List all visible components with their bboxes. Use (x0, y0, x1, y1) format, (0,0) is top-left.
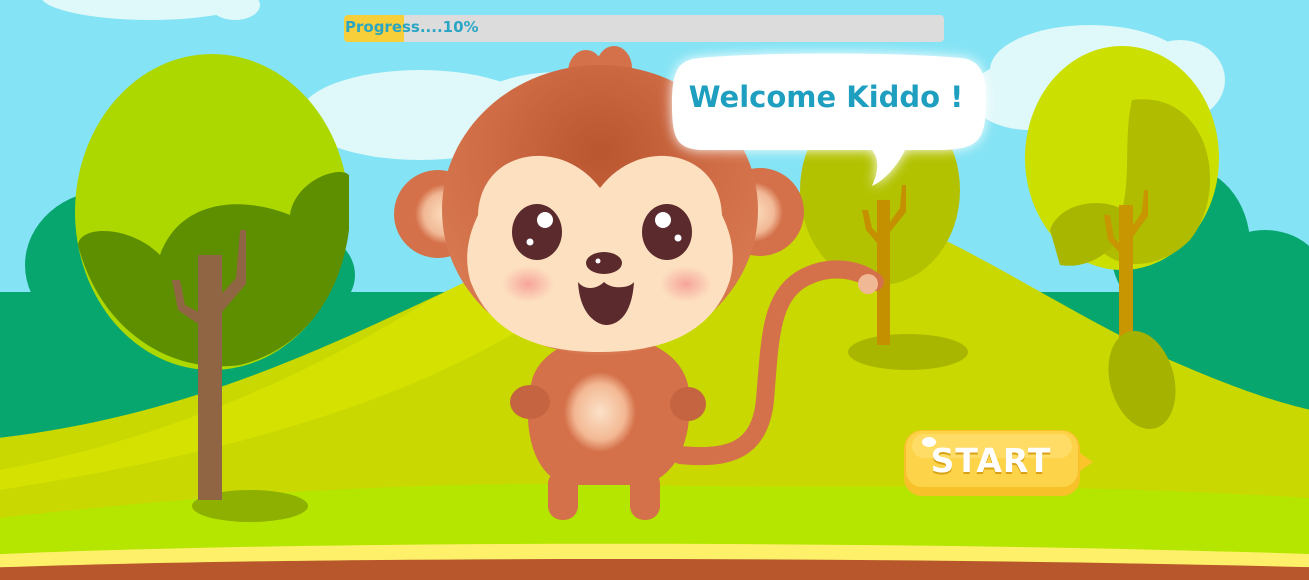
progress-label: Progress....10% (345, 18, 479, 36)
background-scene (0, 0, 1309, 580)
progress-bar: Progress....10% (344, 15, 944, 42)
start-button[interactable]: START (903, 428, 1079, 496)
welcome-message: Welcome Kiddo ! (688, 80, 964, 114)
game-stage: Progress....10% Welcome Kiddo ! START (0, 0, 1309, 580)
start-button-label: START (930, 441, 1052, 480)
